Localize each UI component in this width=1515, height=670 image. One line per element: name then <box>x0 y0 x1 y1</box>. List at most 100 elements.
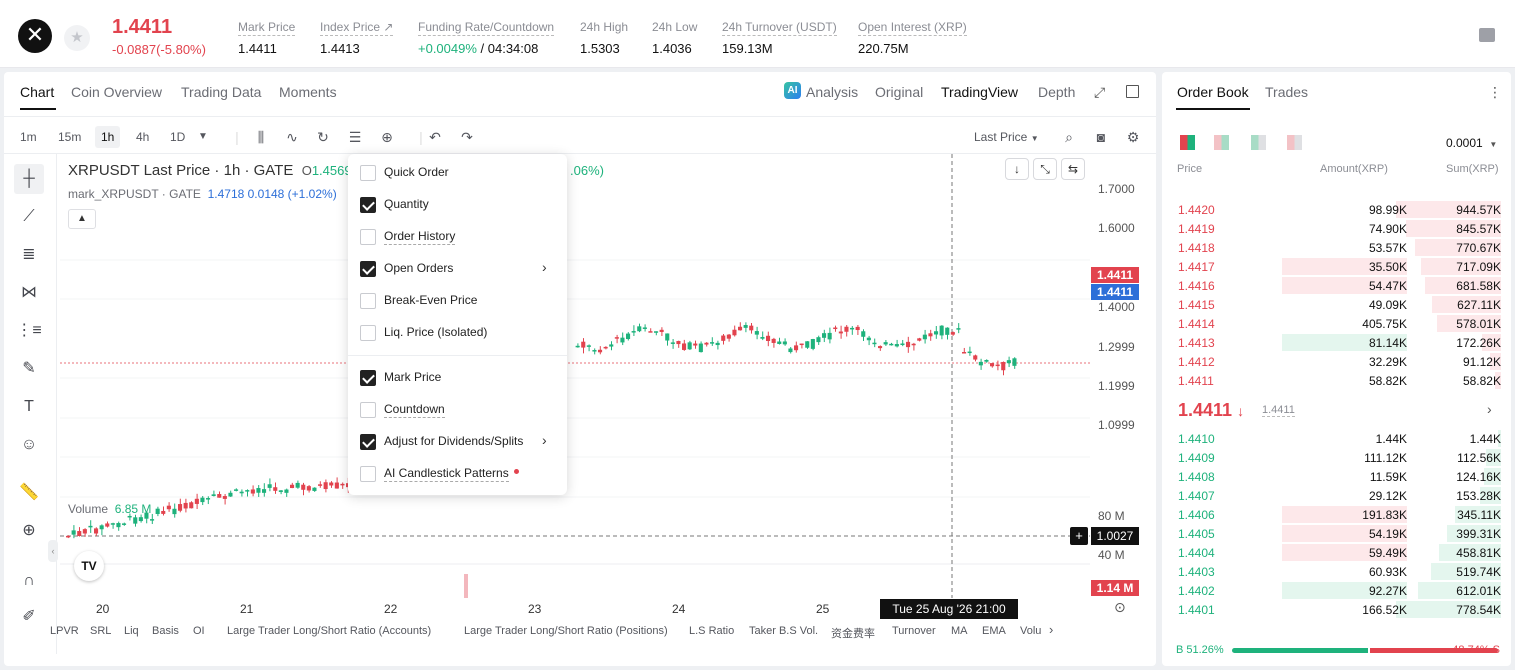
crosshair-tool-icon[interactable]: ┼ <box>14 164 44 194</box>
precision-select[interactable]: 0.0001 ▼ <box>1446 136 1497 150</box>
menu-item-liq-price[interactable]: Liq. Price (Isolated) <box>348 317 567 349</box>
timeframe-15m[interactable]: 15m <box>52 126 87 148</box>
collapse-legend-button[interactable]: ▲ <box>68 209 96 229</box>
view-tradingview[interactable]: TradingView <box>941 84 1018 100</box>
ask-row[interactable]: 1.4412 32.29K 91.12K <box>1162 352 1511 371</box>
view-depth[interactable]: Depth <box>1038 84 1075 100</box>
indicator-taker-bs-vol[interactable]: Taker B.S Vol. <box>749 625 818 637</box>
menu-item-order-history[interactable]: Order History <box>348 221 567 253</box>
menu-item-countdown[interactable]: Countdown <box>348 394 567 426</box>
checkbox[interactable] <box>360 370 376 386</box>
ask-row[interactable]: 1.4414 405.75K 578.01K <box>1162 314 1511 333</box>
tradingview-logo-icon[interactable]: TV <box>74 551 104 581</box>
indicator-oi[interactable]: OI <box>193 625 205 637</box>
bid-row[interactable]: 1.4403 60.93K 519.74K <box>1162 562 1511 581</box>
collapse-button[interactable]: ⤡ <box>1033 158 1057 180</box>
indicator-turnover[interactable]: Turnover <box>892 625 936 637</box>
tab-order-book[interactable]: Order Book <box>1177 84 1249 100</box>
timeframe-1m[interactable]: 1m <box>14 126 43 148</box>
indicator-ma[interactable]: MA <box>951 625 968 637</box>
settings-plus-icon[interactable]: ⊕ <box>378 127 396 147</box>
indicator-liq[interactable]: Liq <box>124 625 139 637</box>
indicators-icon[interactable]: ∿ <box>283 127 301 147</box>
timeframe-4h[interactable]: 4h <box>130 126 155 148</box>
expand-left-icon[interactable]: ‹ <box>48 540 58 562</box>
bid-row[interactable]: 1.4406 191.83K 345.11K <box>1162 505 1511 524</box>
ask-row[interactable]: 1.4418 53.57K 770.67K <box>1162 238 1511 257</box>
price-chart[interactable] <box>60 154 1092 598</box>
view-bids-icon[interactable] <box>1251 135 1266 150</box>
expand-icon[interactable]: ⤢ <box>1094 84 1105 101</box>
checkbox[interactable] <box>360 325 376 341</box>
menu-item-quick-order[interactable]: Quick Order <box>348 157 567 189</box>
tab-coin-overview[interactable]: Coin Overview <box>71 84 162 100</box>
checkbox[interactable] <box>360 434 376 450</box>
scroll-down-button[interactable]: ↓ <box>1005 158 1029 180</box>
view-original[interactable]: Original <box>875 84 923 100</box>
tab-chart[interactable]: Chart <box>20 84 54 100</box>
checkbox[interactable] <box>360 466 376 482</box>
refresh-icon[interactable]: ↻ <box>314 127 332 147</box>
indicator-large-trader-positions[interactable]: Large Trader Long/Short Ratio (Positions… <box>464 625 668 637</box>
stat-index-price[interactable]: Index Price ↗ 1.4413 <box>320 18 394 56</box>
chevron-right-icon[interactable]: › <box>1487 401 1492 417</box>
camera-icon[interactable]: ◙ <box>1092 127 1110 147</box>
menu-item-mark-price[interactable]: Mark Price <box>348 362 567 394</box>
trendline-tool-icon[interactable]: ⟋ <box>14 202 44 232</box>
bid-row[interactable]: 1.4405 54.19K 399.31K <box>1162 524 1511 543</box>
gear-icon[interactable]: ⚙ <box>1124 127 1142 147</box>
timeframe-1h[interactable]: 1h <box>95 126 121 148</box>
bid-row[interactable]: 1.4401 166.52K 778.54K <box>1162 600 1511 619</box>
magnet-tool-icon[interactable]: ∩ <box>14 566 44 596</box>
more-options-icon[interactable]: ⋮ <box>1488 84 1502 101</box>
indicator-ema[interactable]: EMA <box>982 625 1006 637</box>
ask-row[interactable]: 1.4417 35.50K 717.09K <box>1162 257 1511 276</box>
checkbox[interactable] <box>360 261 376 277</box>
text-tool-icon[interactable]: T <box>14 392 44 422</box>
indicator-large-trader-accounts[interactable]: Large Trader Long/Short Ratio (Accounts) <box>227 625 431 637</box>
ask-row[interactable]: 1.4413 81.14K 172.26K <box>1162 333 1511 352</box>
bid-row[interactable]: 1.4408 11.59K 124.16K <box>1162 467 1511 486</box>
horizontal-lines-tool-icon[interactable]: ≣ <box>14 240 44 270</box>
timeframe-dropdown-icon[interactable]: ▼ <box>194 127 212 147</box>
stat-funding-rate[interactable]: Funding Rate/Countdown +0.0049% / 04:34:… <box>418 18 555 56</box>
view-both-icon[interactable] <box>1180 135 1195 150</box>
tab-trades[interactable]: Trades <box>1265 84 1308 100</box>
stat-24h-turnover[interactable]: 24h Turnover (USDT) 159.13M <box>722 18 837 56</box>
ask-row[interactable]: 1.4415 49.09K 627.11K <box>1162 295 1511 314</box>
ask-row[interactable]: 1.4411 58.82K 58.82K <box>1162 371 1511 390</box>
ask-row[interactable]: 1.4416 54.47K 681.58K <box>1162 276 1511 295</box>
timeframe-1d[interactable]: 1D <box>164 126 191 148</box>
bid-row[interactable]: 1.4404 59.49K 458.81K <box>1162 543 1511 562</box>
indicators-scroll-right-icon[interactable]: › <box>1049 622 1053 637</box>
favorite-star-icon[interactable]: ★ <box>64 25 90 51</box>
checkbox[interactable] <box>360 197 376 213</box>
view-split-icon[interactable] <box>1214 135 1229 150</box>
ai-analysis-icon[interactable]: AI <box>784 82 801 99</box>
ask-row[interactable]: 1.4419 74.90K 845.57K <box>1162 219 1511 238</box>
checkbox[interactable] <box>360 293 376 309</box>
tab-trading-data[interactable]: Trading Data <box>181 84 261 100</box>
redo-icon[interactable]: ↷ <box>458 127 476 147</box>
bid-row[interactable]: 1.4407 29.12K 153.28K <box>1162 486 1511 505</box>
menu-item-ai-candlestick[interactable]: AI Candlestick Patterns <box>348 458 567 490</box>
bid-row[interactable]: 1.4402 92.27K 612.01K <box>1162 581 1511 600</box>
menu-item-quantity[interactable]: Quantity <box>348 189 567 221</box>
candle-type-icon[interactable]: ⫼ <box>252 127 270 147</box>
search-icon[interactable]: ⌕ <box>1060 127 1078 147</box>
menu-item-adjust-dividends[interactable]: Adjust for Dividends/Splits › <box>348 426 567 458</box>
indicator-volume[interactable]: Volu <box>1020 625 1041 637</box>
indicator-ls-ratio[interactable]: L.S Ratio <box>689 625 734 637</box>
stat-open-interest[interactable]: Open Interest (XRP) 220.75M <box>858 18 967 56</box>
template-icon[interactable]: ☰ <box>346 127 364 147</box>
fibonacci-tool-icon[interactable]: ⋮≡ <box>14 316 44 346</box>
emoji-tool-icon[interactable]: ☺ <box>14 430 44 460</box>
add-alert-icon[interactable]: + <box>1070 527 1088 545</box>
view-analysis[interactable]: Analysis <box>806 84 858 100</box>
fit-button[interactable]: ⇆ <box>1061 158 1085 180</box>
notebook-icon[interactable] <box>1479 28 1495 42</box>
bid-row[interactable]: 1.4409 111.12K 112.56K <box>1162 448 1511 467</box>
menu-item-break-even-price[interactable]: Break-Even Price <box>348 285 567 317</box>
tab-moments[interactable]: Moments <box>279 84 337 100</box>
brush-tool-icon[interactable]: ✎ <box>14 354 44 384</box>
